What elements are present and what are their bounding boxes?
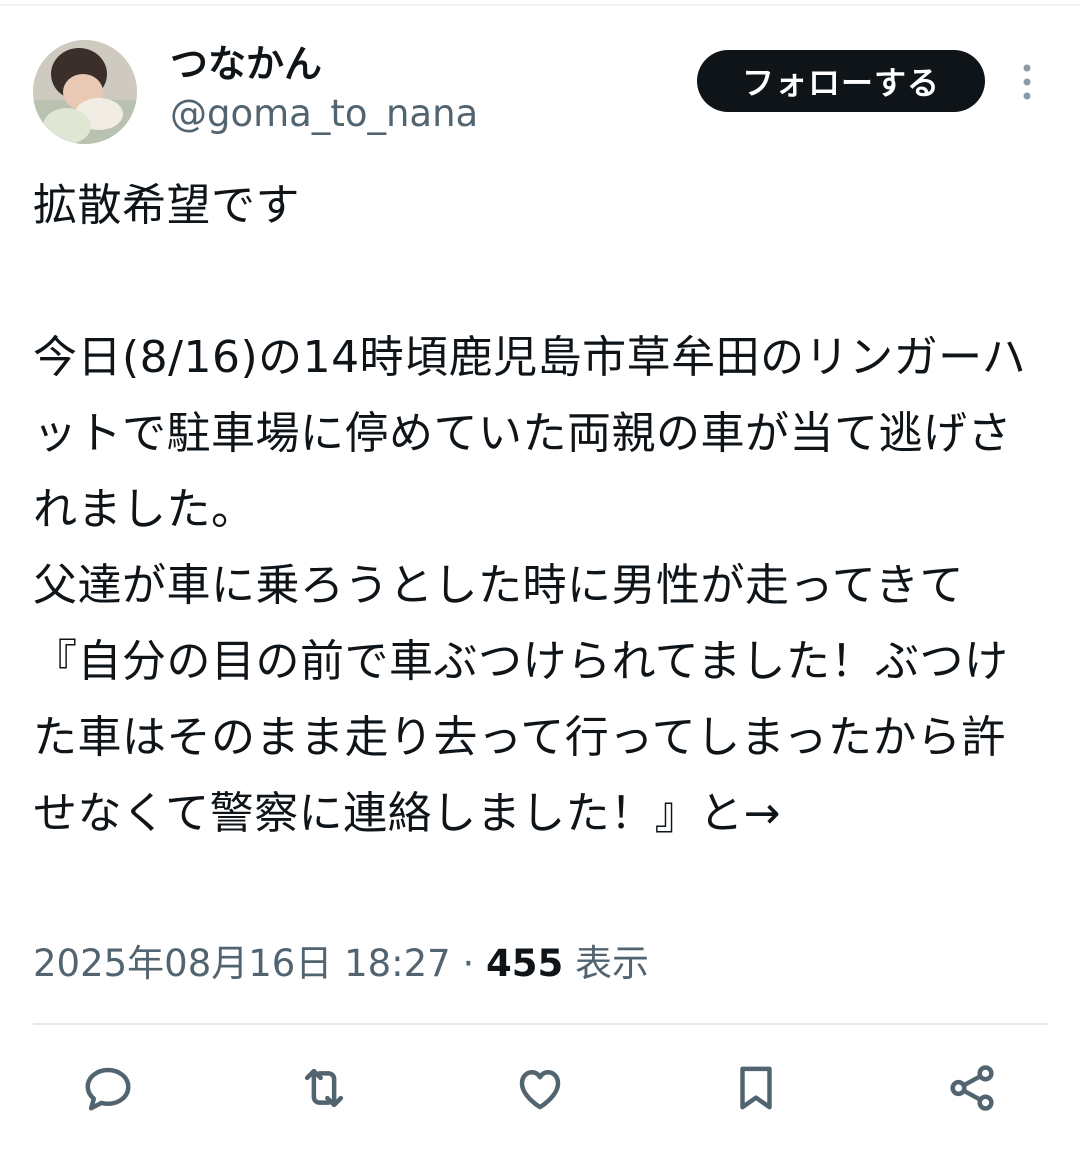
retweet-icon[interactable] xyxy=(294,1058,354,1118)
top-divider xyxy=(0,4,1080,6)
author-display-name[interactable]: つなかん xyxy=(170,38,322,90)
avatar[interactable] xyxy=(33,40,137,144)
views-label: 表示 xyxy=(575,942,650,985)
actions-divider xyxy=(33,1023,1048,1025)
bookmark-icon[interactable] xyxy=(726,1058,786,1118)
author-handle[interactable]: @goma_to_nana xyxy=(170,90,478,138)
follow-button[interactable]: フォローする xyxy=(697,50,985,112)
share-icon[interactable] xyxy=(942,1058,1002,1118)
tweet-meta: 2025年08月16日 18:27 · 455 表示 xyxy=(33,938,649,990)
avatar-image xyxy=(33,40,137,144)
views-count: 455 xyxy=(486,942,564,985)
tweet-text: 拡散希望です 今日(8/16)の14時頃鹿児島市草牟田のリンガーハットで駐車場に… xyxy=(33,180,1027,839)
like-icon[interactable] xyxy=(510,1058,570,1118)
meta-separator: · xyxy=(462,942,475,985)
reply-icon[interactable] xyxy=(78,1058,138,1118)
more-vertical-icon[interactable] xyxy=(1012,62,1042,102)
timestamp[interactable]: 2025年08月16日 18:27 xyxy=(33,942,451,985)
